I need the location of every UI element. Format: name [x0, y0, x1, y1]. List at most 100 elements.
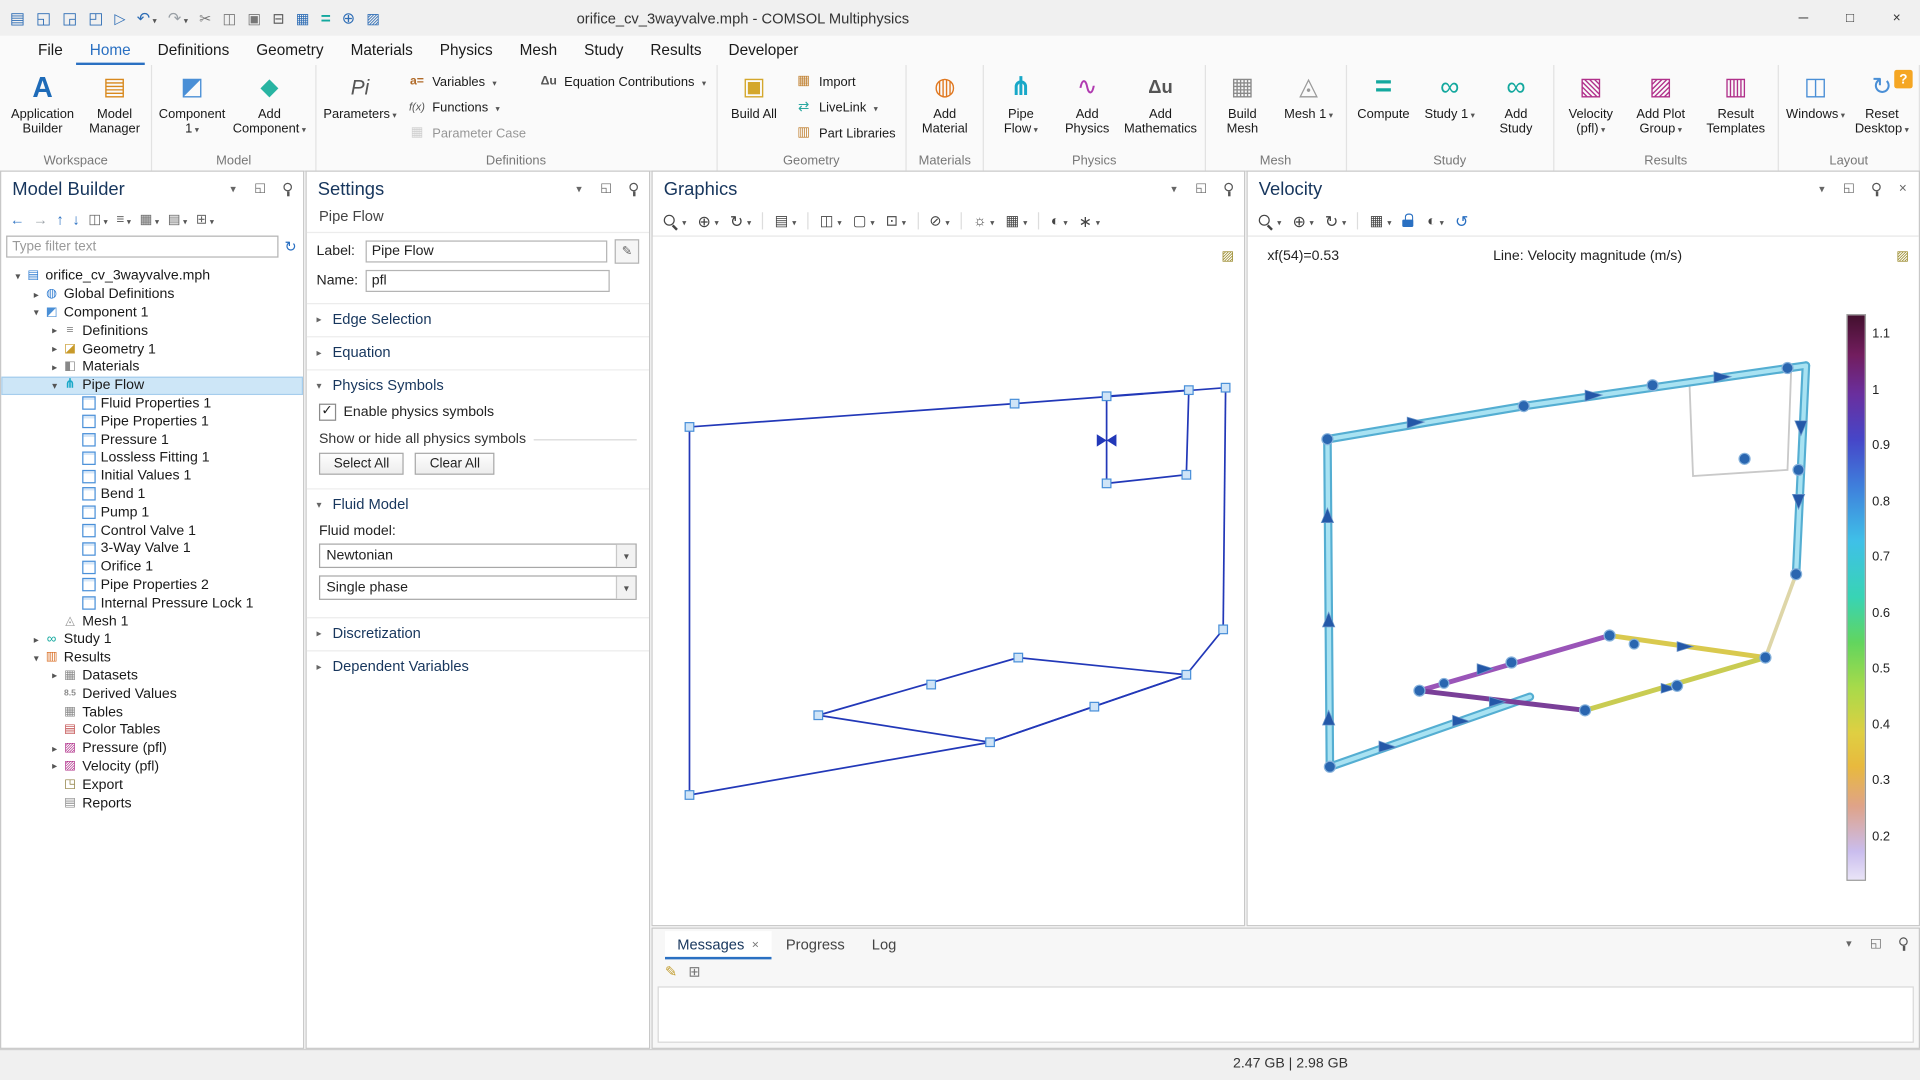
filter-toggle-button[interactable]: ↻ — [283, 238, 298, 255]
tab-log[interactable]: Log — [859, 931, 908, 959]
tree-node-materials[interactable]: ◧Materials — [1, 358, 303, 376]
tree-node-color-tables[interactable]: ▤Color Tables — [1, 721, 303, 739]
graphics-pin-button[interactable] — [1219, 180, 1236, 197]
component-1-button[interactable]: ◩Component 1 — [158, 67, 227, 140]
menu-developer[interactable]: Developer — [715, 36, 812, 65]
add-mathematics-button[interactable]: ΔuAdd Mathematics — [1122, 67, 1200, 140]
tab-messages[interactable]: Messages× — [665, 931, 771, 959]
expand-sections-button[interactable]: ▦ — [138, 207, 160, 232]
result-templates-button[interactable]: ▥Result Templates — [1699, 67, 1773, 140]
tree-node-reports[interactable]: ▤Reports — [1, 794, 303, 812]
velocity-pin-button[interactable] — [1867, 180, 1884, 197]
velocity-close-button[interactable]: × — [1894, 180, 1911, 197]
clear-messages-button[interactable]: ✎ — [664, 963, 679, 980]
model-builder-pin-button[interactable] — [278, 180, 295, 197]
enable-physics-symbols-checkbox[interactable]: Enable physics symbols — [319, 400, 637, 425]
section-physics-symbols[interactable]: Physics Symbols — [307, 369, 649, 398]
table-button[interactable]: ▦ — [1003, 209, 1030, 234]
update-button[interactable]: ↺ — [1453, 212, 1471, 230]
compute-button[interactable]: = — [316, 4, 336, 31]
plot-settings-button[interactable]: ∗ — [1076, 209, 1102, 234]
application-builder-button[interactable]: AApplication Builder — [5, 67, 80, 140]
equation-contributions-button[interactable]: ΔuEquation Contributions — [535, 71, 710, 92]
study-1-button[interactable]: ∞Study 1 — [1418, 67, 1482, 125]
name-input[interactable] — [366, 270, 610, 292]
minimize-button[interactable]: ─ — [1780, 0, 1827, 36]
functions-button[interactable]: f(x)Functions — [403, 97, 530, 118]
add-physics-button[interactable]: ∿Add Physics — [1055, 67, 1119, 140]
parameter-case-button[interactable]: ▦Parameter Case — [403, 123, 530, 144]
forward-button[interactable]: → — [32, 211, 49, 228]
scene-light-button[interactable]: ☼ — [971, 209, 997, 234]
tree-node-results[interactable]: ▥Results — [1, 649, 303, 667]
menu-definitions[interactable]: Definitions — [144, 36, 243, 65]
delete-button[interactable]: ⊟ — [267, 4, 289, 31]
box-select-button[interactable]: ⊡ — [883, 209, 908, 234]
color-theme-button[interactable]: ◐ — [1048, 209, 1070, 234]
tree-node-pressure-pfl[interactable]: ▨Pressure (pfl) — [1, 739, 303, 757]
plot-button[interactable]: ▨ — [361, 4, 385, 31]
section-edge-selection[interactable]: Edge Selection — [307, 303, 649, 332]
mesh-1-button[interactable]: ◬Mesh 1 — [1277, 67, 1341, 125]
tree-node-control-valve-1[interactable]: Control Valve 1 — [1, 522, 303, 540]
tree-node-mesh-1[interactable]: ◬Mesh 1 — [1, 612, 303, 630]
redo-button[interactable]: ↷ — [163, 4, 193, 31]
tree-expand-arrow[interactable] — [48, 743, 61, 754]
tree-expand-arrow[interactable] — [29, 652, 42, 663]
save-button[interactable]: ◲ — [57, 4, 82, 31]
graphics-menu-button[interactable]: ▾ — [1165, 180, 1182, 197]
run-button[interactable]: ▷ — [109, 4, 130, 31]
section-equation[interactable]: Equation — [307, 336, 649, 365]
tree-expand-arrow[interactable] — [29, 634, 42, 645]
tree-expand-arrow[interactable] — [48, 380, 61, 391]
tree-node-orifice-1[interactable]: Orifice 1 — [1, 558, 303, 576]
settings-menu-button[interactable]: ▾ — [570, 180, 587, 197]
parameters-button[interactable]: PiParameters — [321, 67, 399, 125]
plot-window-icon[interactable]: ▨ — [1896, 244, 1909, 266]
section-fluid-model[interactable]: Fluid Model — [307, 488, 649, 517]
zoom-button[interactable] — [660, 209, 689, 234]
add-material-button[interactable]: ◍Add Material — [912, 67, 978, 140]
label-input[interactable] — [366, 240, 608, 262]
tree-node-pipe-properties-2[interactable]: Pipe Properties 2 — [1, 576, 303, 594]
image-snapshot-button[interactable]: ▤ — [772, 209, 799, 234]
go-to-view-button[interactable]: ⊕ — [1290, 209, 1316, 234]
undo-button[interactable]: ↶ — [132, 4, 162, 31]
tree-node-datasets[interactable]: ▦Datasets — [1, 667, 303, 685]
clear-all-button[interactable]: Clear All — [415, 453, 495, 475]
tree-node-initial-values-1[interactable]: Initial Values 1 — [1, 467, 303, 485]
add-plot-group-button[interactable]: ▨Add Plot Group — [1625, 67, 1696, 140]
add-component-button[interactable]: ◆Add Component — [229, 67, 310, 140]
compute-button[interactable]: =Compute — [1352, 67, 1416, 125]
tree-node-bend-1[interactable]: Bend 1 — [1, 485, 303, 503]
tree-node-pump-1[interactable]: Pump 1 — [1, 503, 303, 521]
fluid-model-select[interactable]: Newtonian — [319, 543, 637, 568]
tree-expand-arrow[interactable] — [48, 344, 61, 355]
plot-window-icon[interactable]: ▨ — [1221, 244, 1234, 266]
livelink-button[interactable]: ⇄LiveLink — [790, 97, 900, 118]
pipe-flow-button[interactable]: ⋔Pipe Flow — [989, 67, 1053, 140]
menu-geometry[interactable]: Geometry — [243, 36, 337, 65]
rename-icon[interactable]: ✎ — [615, 239, 640, 264]
tree-node-velocity-pfl[interactable]: ▨Velocity (pfl) — [1, 758, 303, 776]
tree-node-orifice-cv-3wayvalve-mph[interactable]: ▤orifice_cv_3wayvalve.mph — [1, 267, 303, 285]
copy-messages-button[interactable]: ⊞ — [687, 963, 702, 980]
filter-input[interactable] — [6, 236, 278, 258]
menu-study[interactable]: Study — [571, 36, 637, 65]
tree-node-global-definitions[interactable]: ◍Global Definitions — [1, 286, 303, 304]
refresh-plot-button[interactable]: ↻ — [1322, 209, 1348, 234]
refresh-plot-button[interactable]: ↻ — [727, 209, 753, 234]
zoom-button[interactable] — [1255, 209, 1284, 234]
select-all-button[interactable]: Select All — [319, 453, 404, 475]
cut-button[interactable]: ✂ — [194, 4, 216, 31]
tree-expand-arrow[interactable] — [48, 761, 61, 772]
tab-progress[interactable]: Progress — [774, 931, 857, 959]
import-button[interactable]: ▦Import — [790, 71, 900, 92]
tree-node-definitions[interactable]: ≡Definitions — [1, 322, 303, 340]
menu-mesh[interactable]: Mesh — [506, 36, 571, 65]
settings-float-button[interactable]: ◱ — [597, 180, 614, 197]
settings-pin-button[interactable] — [624, 180, 641, 197]
tree-node-pipe-flow[interactable]: ⋔Pipe Flow — [1, 376, 303, 394]
tree-expand-arrow[interactable] — [29, 289, 42, 300]
tree-expand-arrow[interactable] — [48, 362, 61, 373]
